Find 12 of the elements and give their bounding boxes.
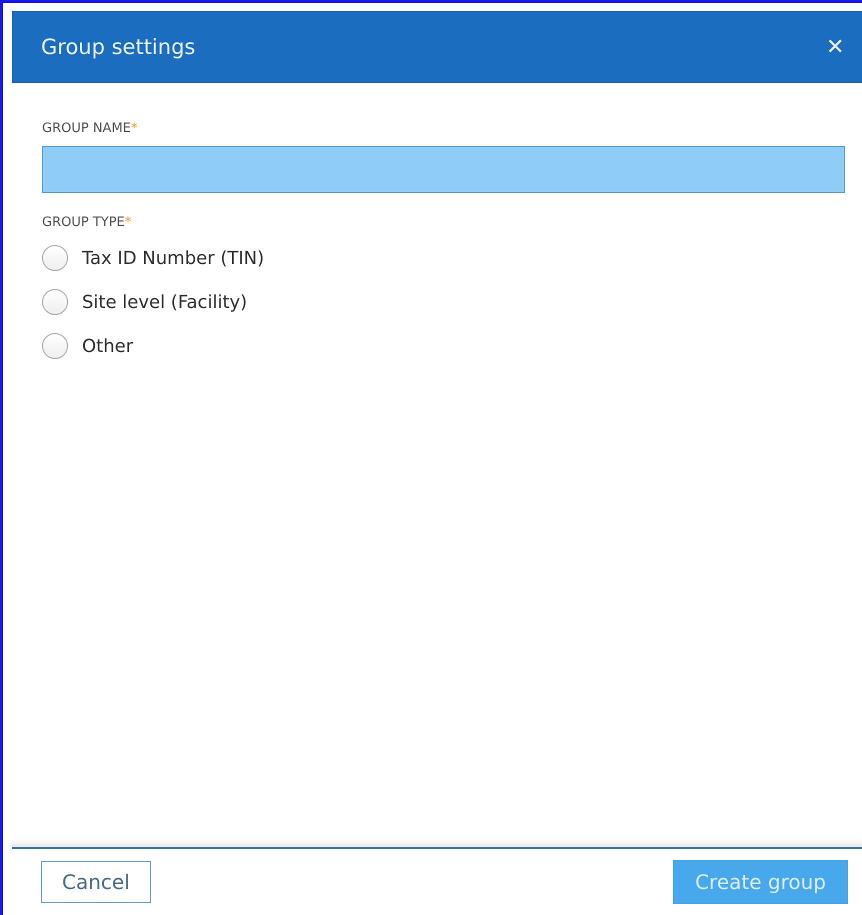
radio-button[interactable] [42, 333, 68, 359]
radio-button[interactable] [42, 245, 68, 271]
radio-label[interactable]: Site level (Facility) [82, 292, 248, 312]
group-name-field[interactable] [42, 146, 845, 193]
close-button[interactable]: ✕ [826, 34, 844, 60]
radio-label[interactable]: Tax ID Number (TIN) [82, 248, 264, 268]
radio-label[interactable]: Other [82, 336, 134, 356]
radio-button[interactable] [42, 289, 68, 315]
field-label: GROUP TYPE* [42, 215, 132, 230]
dialog-title: Group settings [41, 35, 196, 59]
field-label: GROUP NAME* [42, 121, 138, 136]
cancel-button[interactable]: Cancel [41, 861, 151, 903]
